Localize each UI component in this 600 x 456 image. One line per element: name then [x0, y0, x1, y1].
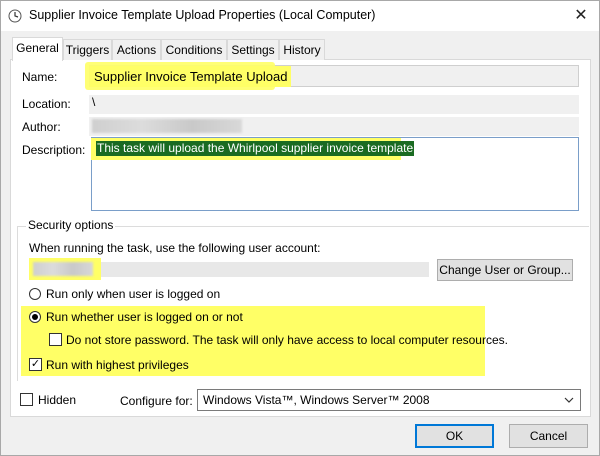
- tab-conditions[interactable]: Conditions: [161, 39, 227, 60]
- highest-privileges-label: Run with highest privileges: [46, 358, 189, 372]
- security-options-title: Security options: [26, 218, 116, 232]
- configure-for-select[interactable]: Windows Vista™, Windows Server™ 2008: [197, 389, 581, 411]
- tab-triggers[interactable]: Triggers: [63, 39, 112, 60]
- no-store-password-label: Do not store password. The task will onl…: [66, 333, 508, 347]
- tab-settings[interactable]: Settings: [227, 39, 279, 60]
- radio-whether-label: Run whether user is logged on or not: [46, 310, 243, 324]
- radio-whether-logged-on[interactable]: [29, 311, 41, 323]
- checkmark-icon: ✓: [30, 358, 41, 370]
- tab-history[interactable]: History: [279, 39, 325, 60]
- radio-logged-on-label: Run only when user is logged on: [46, 287, 221, 301]
- description-label: Description:: [22, 143, 86, 157]
- close-button[interactable]: ✕: [566, 2, 596, 29]
- location-value: \: [92, 95, 96, 109]
- ok-button[interactable]: OK: [415, 424, 494, 448]
- author-label: Author:: [22, 120, 61, 134]
- no-store-password-checkbox[interactable]: [49, 333, 62, 346]
- tab-general[interactable]: General: [12, 37, 63, 61]
- hidden-checkbox[interactable]: [20, 393, 33, 406]
- location-field: [89, 95, 579, 114]
- name-field[interactable]: Supplier Invoice Template Upload: [90, 66, 292, 87]
- change-user-button[interactable]: Change User or Group...: [437, 259, 573, 281]
- clock-icon: [8, 9, 22, 23]
- radio-logged-on[interactable]: [29, 288, 41, 300]
- name-label: Name:: [22, 70, 58, 84]
- configure-for-value: Windows Vista™, Windows Server™ 2008: [203, 393, 430, 407]
- configure-for-label: Configure for:: [120, 394, 193, 408]
- tab-actions[interactable]: Actions: [112, 39, 161, 60]
- cancel-button[interactable]: Cancel: [509, 424, 588, 448]
- account-prompt: When running the task, use the following…: [29, 241, 321, 255]
- location-label: Location:: [22, 97, 71, 111]
- description-text: This task will upload the Whirlpool supp…: [96, 141, 415, 156]
- user-account-redacted: [33, 262, 93, 276]
- window-title: Supplier Invoice Template Upload Propert…: [29, 8, 376, 22]
- close-icon: ✕: [574, 7, 588, 24]
- highest-privileges-checkbox[interactable]: ✓: [29, 358, 42, 371]
- chevron-down-icon: [564, 397, 574, 403]
- hidden-label: Hidden: [38, 393, 77, 407]
- author-value-redacted: [92, 119, 242, 133]
